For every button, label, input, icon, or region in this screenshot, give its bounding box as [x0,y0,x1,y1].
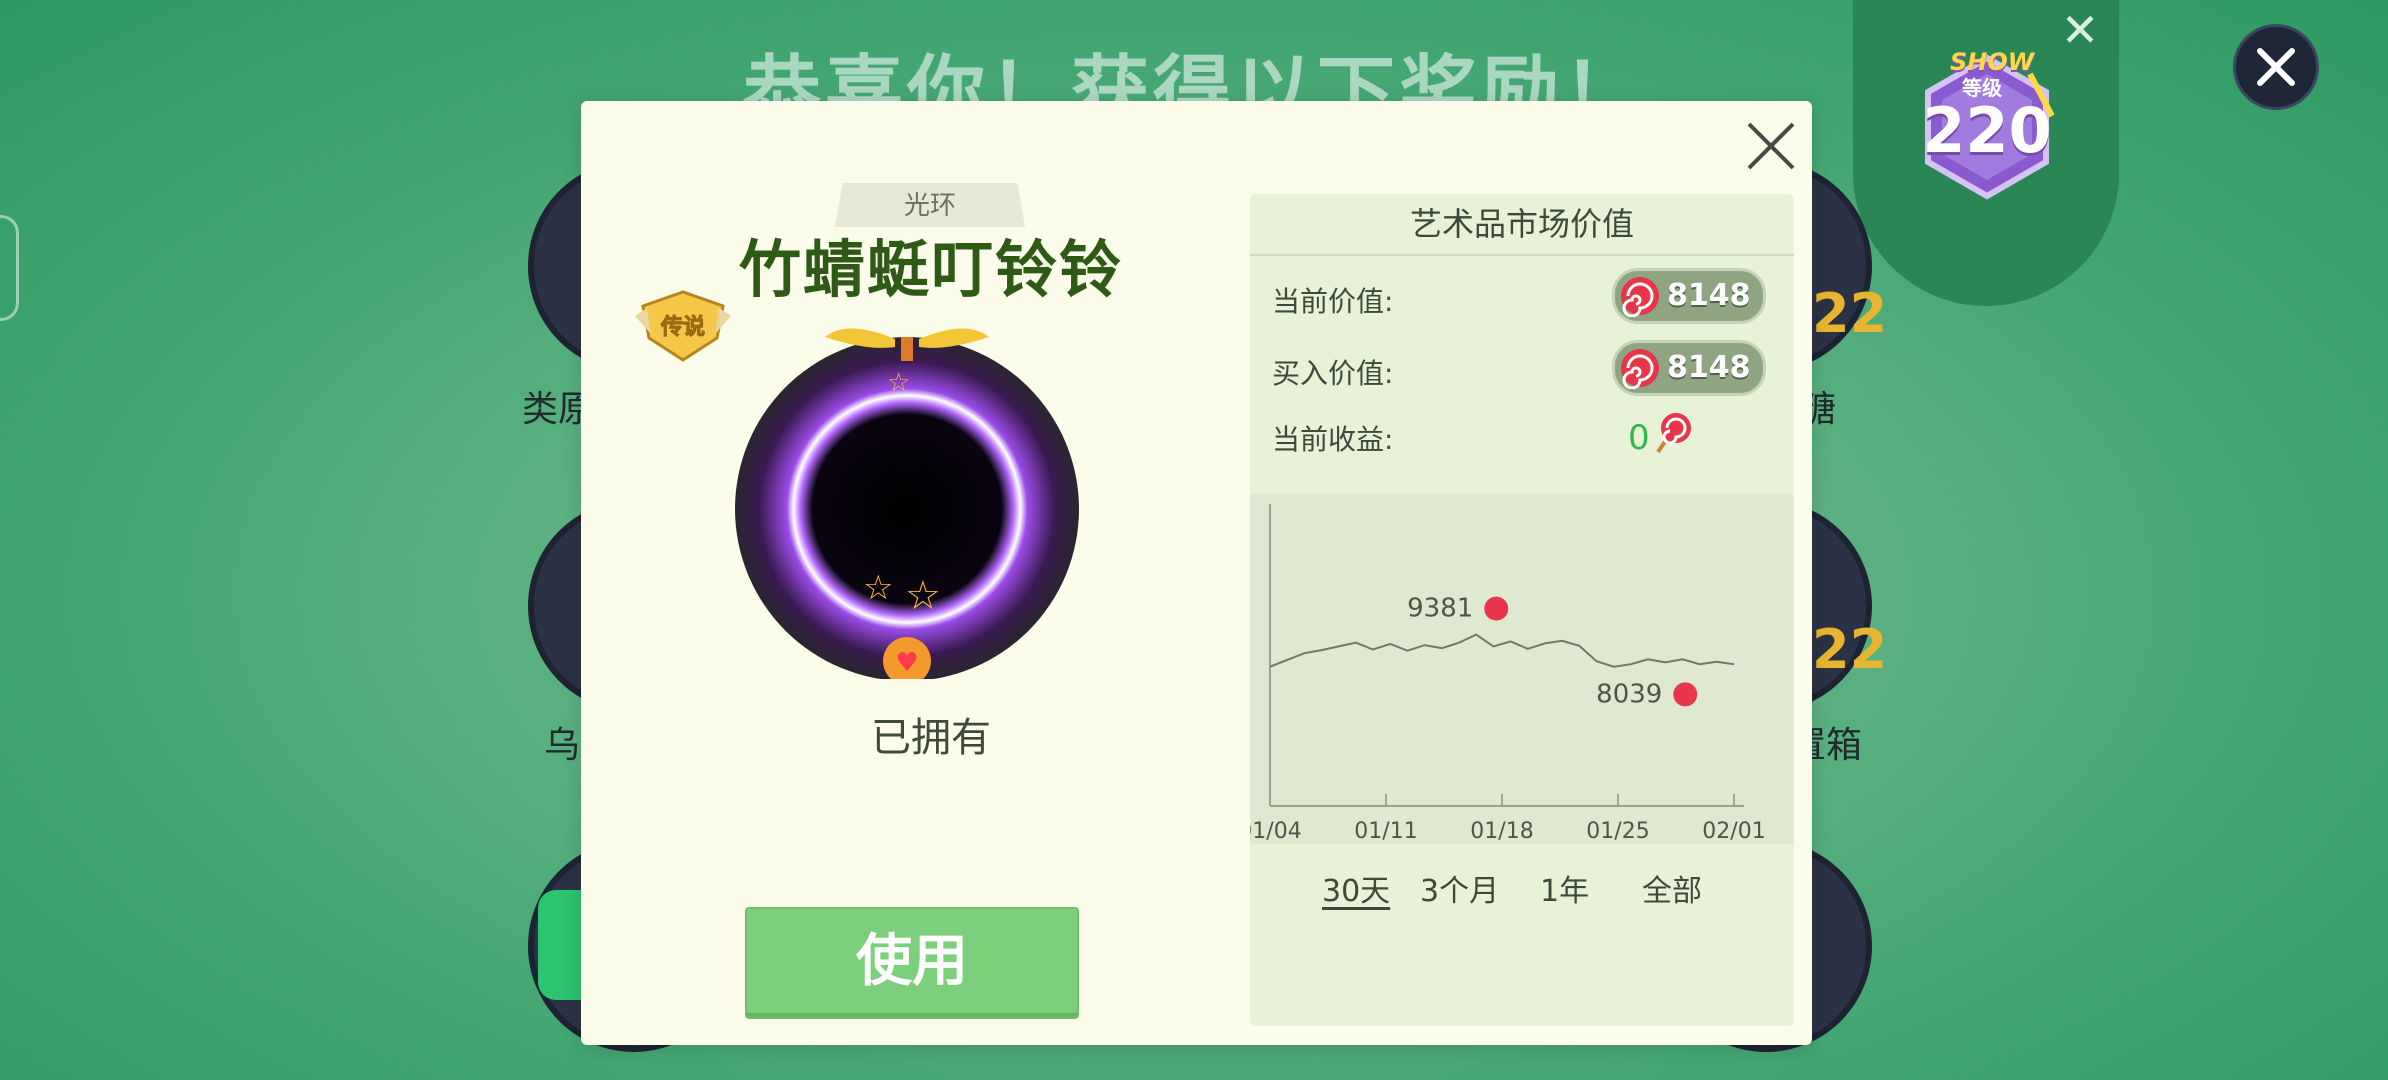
current-value: 8148 [1667,278,1751,313]
x-tick-label: 01/18 [1470,819,1533,844]
lollipop-icon [1484,596,1509,621]
dialog-close-icon[interactable] [1741,116,1801,176]
profit-value: 0 [1628,418,1650,458]
side-tab[interactable] [0,215,19,321]
current-value-pill: 8148 [1612,268,1766,324]
close-icon [2257,48,2295,86]
market-title: 艺术品市场价值 [1250,194,1794,256]
svg-text:☆: ☆ [863,568,893,608]
x-tick-label: 01/04 [1250,819,1302,844]
price-series-line [1269,633,1735,668]
buy-value-pill: 8148 [1612,340,1766,396]
svg-text:☆: ☆ [905,573,941,619]
use-button[interactable]: 使用 [745,907,1079,1019]
tab-30-days[interactable]: 30天 [1322,866,1390,910]
reward-count: 22 [1812,282,1888,345]
x-tick-label: 01/25 [1586,819,1649,844]
lollipop-icon [1656,413,1691,454]
tab-1-year[interactable]: 1年 [1540,866,1589,910]
item-dialog: 光环 竹蜻蜓叮铃铃 传说 ☆ ☆ ☆ ♥ 已拥有 使用 艺术品市场价值 当前价值… [581,101,1812,1045]
price-chart-svg: 01/04 01/11 01/18 01/25 02/01 9381 8039 [1238,504,1766,844]
lollipop-icon [1673,682,1698,707]
svg-text:♥: ♥ [895,648,918,678]
lollipop-icon [1621,277,1659,317]
rarity-label: 传说 [660,314,705,340]
range-tabs: 30天 3个月 1年 全部 [1250,866,1794,916]
tab-3-months[interactable]: 3个月 [1420,866,1499,910]
profit-label: 当前收益: [1272,423,1394,456]
x-tick-label: 02/01 [1702,819,1765,844]
max-value-label: 9381 [1407,594,1473,624]
halo-preview-icon: ☆ ☆ ☆ ♥ [735,328,1079,679]
owned-status: 已拥有 [871,715,991,761]
market-panel: 艺术品市场价值 当前价值: 8148 买入价值: 8148 当前收益: 0 01… [1238,194,1794,1026]
svg-text:☆: ☆ [887,368,910,398]
close-button[interactable] [2233,24,2319,110]
level-number: 220 [1922,94,2052,167]
reward-label: 乌 [544,725,581,766]
tab-all[interactable]: 全部 [1642,866,1702,910]
item-name: 竹蜻蜓叮铃铃 [738,233,1123,306]
buy-value-label: 买入价值: [1272,357,1394,390]
buy-value: 8148 [1667,350,1751,385]
reward-count: 22 [1812,618,1888,681]
level-close-icon[interactable]: ✕ [2060,7,2100,53]
min-value-label: 8039 [1596,679,1662,709]
x-tick-label: 01/11 [1354,819,1417,844]
price-chart: 01/04 01/11 01/18 01/25 02/01 9381 8039 [1238,494,1794,844]
lollipop-icon [1621,349,1659,389]
current-value-label: 当前价值: [1272,285,1394,318]
